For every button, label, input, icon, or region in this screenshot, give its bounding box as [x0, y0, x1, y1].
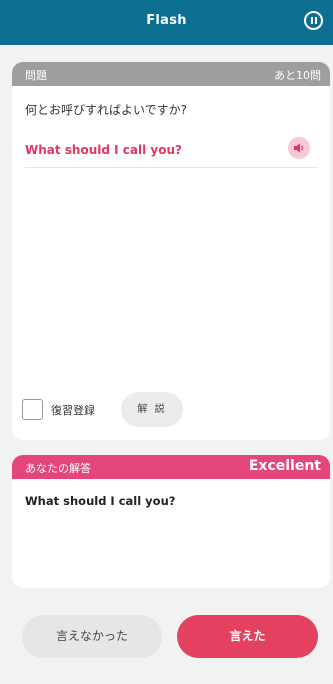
- question-english: What should I call you?: [25, 143, 182, 157]
- review-label: 復習登録: [51, 404, 95, 417]
- remaining-count: あと10問: [274, 69, 321, 82]
- rating-badge: Excellent: [248, 458, 321, 474]
- top-bar: Flash: [0, 0, 333, 45]
- answer-text: What should I call you?: [25, 494, 176, 508]
- pause-icon: [311, 17, 313, 24]
- question-label: 問題: [25, 69, 47, 82]
- pause-button[interactable]: [304, 11, 323, 30]
- answer-label: あなたの解答: [25, 462, 91, 475]
- question-japanese: 何とお呼びすればよいですか?: [25, 103, 188, 117]
- answer-card-header: あなたの解答 Excellent: [12, 455, 330, 479]
- could-say-button[interactable]: 言えた: [177, 615, 318, 658]
- divider: [25, 167, 318, 168]
- explanation-button[interactable]: 解 説: [121, 392, 183, 427]
- play-audio-button[interactable]: [288, 137, 310, 159]
- answer-card: あなたの解答 Excellent What should I call you?: [12, 455, 330, 588]
- question-card: 問題 あと10問 何とお呼びすればよいですか? What should I ca…: [12, 62, 330, 440]
- app-title: Flash: [146, 13, 187, 28]
- could-not-say-button[interactable]: 言えなかった: [22, 615, 162, 658]
- speaker-icon: [294, 143, 303, 153]
- review-checkbox[interactable]: [22, 399, 43, 420]
- question-card-header: 問題 あと10問: [12, 62, 330, 86]
